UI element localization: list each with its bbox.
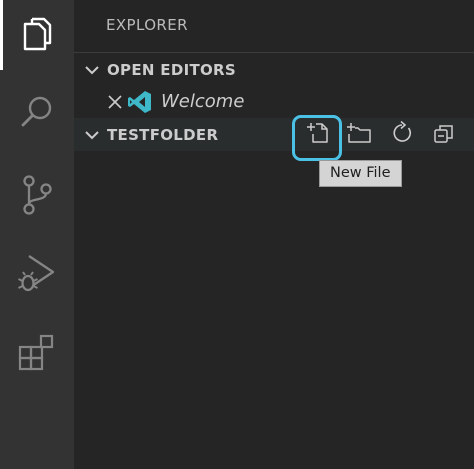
refresh-button[interactable] bbox=[389, 120, 415, 149]
source-control-icon bbox=[19, 174, 55, 216]
extensions-icon bbox=[17, 333, 57, 373]
search-icon bbox=[18, 93, 56, 131]
vscode-logo-icon bbox=[128, 90, 152, 114]
vscode-window: EXPLORER OPEN EDITORS Welcome TESTFOLDER… bbox=[0, 0, 474, 469]
refresh-icon bbox=[390, 120, 414, 149]
open-editors-label: OPEN EDITORS bbox=[107, 60, 236, 79]
activity-extensions[interactable] bbox=[0, 318, 74, 388]
chevron-down-icon bbox=[79, 64, 105, 76]
testfolder-header[interactable]: TESTFOLDER bbox=[74, 118, 474, 151]
collapse-all-icon bbox=[432, 121, 456, 149]
new-file-highlight bbox=[292, 115, 342, 161]
collapse-all-button[interactable] bbox=[431, 122, 457, 148]
new-folder-icon bbox=[346, 121, 372, 149]
folder-label: TESTFOLDER bbox=[107, 125, 219, 144]
activity-bar bbox=[0, 0, 74, 469]
new-folder-button[interactable] bbox=[346, 122, 372, 148]
files-icon bbox=[19, 16, 55, 54]
open-editor-item[interactable]: Welcome bbox=[74, 86, 474, 119]
open-editor-label: Welcome bbox=[161, 91, 245, 112]
activity-search[interactable] bbox=[0, 77, 74, 147]
activity-run-debug[interactable] bbox=[0, 238, 74, 308]
explorer-sidebar: EXPLORER OPEN EDITORS Welcome TESTFOLDER… bbox=[74, 0, 474, 469]
new-file-tooltip: New File bbox=[319, 160, 402, 187]
run-debug-icon bbox=[17, 252, 57, 294]
chevron-down-icon bbox=[79, 129, 105, 141]
activity-explorer[interactable] bbox=[0, 0, 74, 70]
close-icon[interactable] bbox=[107, 94, 123, 110]
open-editors-header[interactable]: OPEN EDITORS bbox=[74, 52, 474, 86]
sidebar-title: EXPLORER bbox=[106, 16, 188, 34]
activity-source-control[interactable] bbox=[0, 160, 74, 230]
